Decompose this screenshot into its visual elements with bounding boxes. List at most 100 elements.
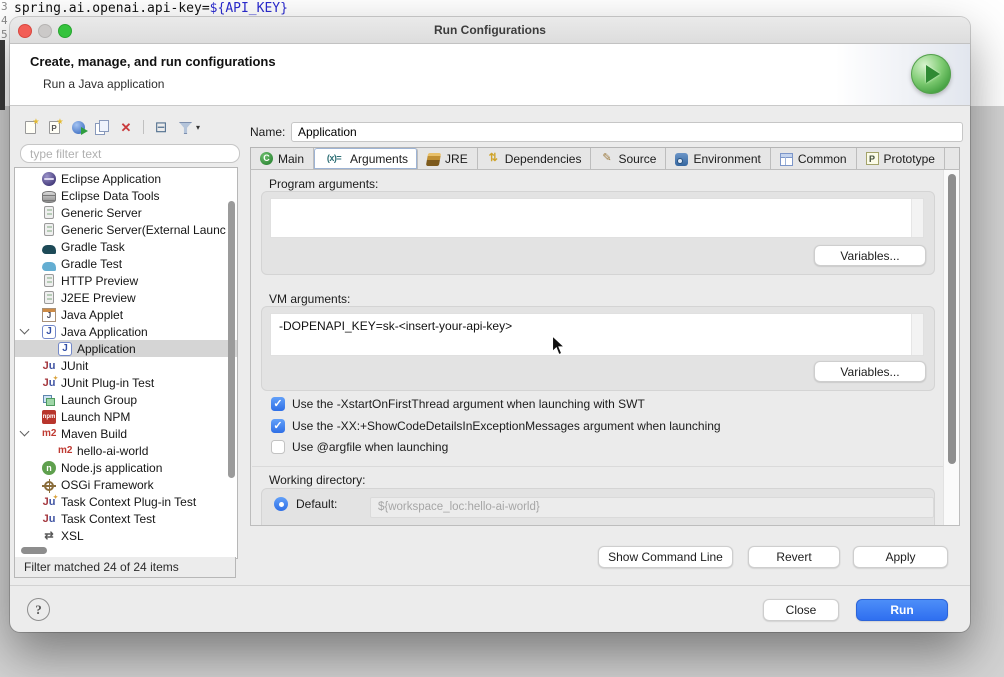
- junit-plugin-icon: Ju: [42, 495, 56, 509]
- dependencies-icon: ⇅: [487, 152, 500, 165]
- environment-icon: [675, 153, 688, 166]
- tree-vertical-scrollbar[interactable]: [228, 201, 235, 478]
- filter-button[interactable]: [175, 118, 195, 136]
- tree-item-maven-build[interactable]: m2Maven Build: [15, 425, 237, 442]
- launch-group-icon: [42, 393, 56, 407]
- tree-item-label: Generic Server: [61, 206, 142, 220]
- tree-item-junit-plug-in-test[interactable]: JuJUnit Plug-in Test: [15, 374, 237, 391]
- line-number: 3: [1, 0, 8, 14]
- tab-source[interactable]: ✎ Source: [591, 148, 666, 169]
- export-configurations-icon: [72, 121, 85, 134]
- checkbox[interactable]: ✓: [271, 419, 285, 433]
- tab-label: Prototype: [884, 152, 935, 166]
- line-number: 4: [1, 14, 8, 28]
- tree-item-task-context-test[interactable]: JuTask Context Test: [15, 510, 237, 527]
- tree-item-osgi-framework[interactable]: OSGi Framework: [15, 476, 237, 493]
- tree-item-hello-ai-world[interactable]: m2hello-ai-world: [15, 442, 237, 459]
- tree-item-label: JUnit: [61, 359, 88, 373]
- gradle-dark-icon: [42, 245, 56, 254]
- jre-icon: [426, 153, 441, 166]
- xsl-icon: ⇄: [42, 529, 56, 543]
- tree-item-task-context-plug-in-test[interactable]: Ju Task Context Plug-in Test: [15, 493, 237, 510]
- checkbox[interactable]: [271, 440, 285, 454]
- expander-chevron-icon[interactable]: [18, 432, 30, 435]
- help-button[interactable]: ?: [27, 598, 50, 621]
- working-directory-group: Default: ${workspace_loc:hello-ai-world}: [261, 488, 935, 526]
- java-icon: J: [42, 325, 56, 339]
- name-input[interactable]: [291, 122, 963, 142]
- tab-prototype[interactable]: PPrototype: [857, 148, 945, 169]
- tab-dependencies[interactable]: ⇅Dependencies: [478, 148, 592, 169]
- tab-label: Source: [618, 152, 656, 166]
- dialog-header-banner: Create, manage, and run configurations R…: [10, 44, 970, 106]
- tree-item-eclipse-application[interactable]: Eclipse Application: [15, 170, 237, 187]
- junit-plugin-icon: Ju: [42, 376, 56, 390]
- tab-jre[interactable]: JRE: [418, 148, 478, 169]
- new-configuration-button[interactable]: [20, 118, 40, 136]
- tree-item-node-js-application[interactable]: nNode.js application: [15, 459, 237, 476]
- checkbox[interactable]: ✓: [271, 397, 285, 411]
- tree-item-label: Task Context Plug-in Test: [61, 495, 196, 509]
- osgi-icon: [44, 481, 54, 491]
- tree-item-gradle-test[interactable]: Gradle Test: [15, 255, 237, 272]
- tree-item-generic-server-external-launc[interactable]: Generic Server(External Launc: [15, 221, 237, 238]
- editor-gutter-strip: [0, 40, 5, 110]
- tree-item-launch-npm[interactable]: npmLaunch NPM: [15, 408, 237, 425]
- tab-label: Environment: [693, 152, 760, 166]
- tree-item-label: XSL: [61, 529, 84, 543]
- tree-item-label: Eclipse Application: [61, 172, 161, 186]
- filter-menu-caret-icon[interactable]: ▾: [196, 123, 200, 132]
- run-button[interactable]: Run: [856, 599, 948, 621]
- tab-main[interactable]: CMain: [251, 148, 314, 169]
- apply-button[interactable]: Apply: [853, 546, 948, 568]
- eclipse-icon: [42, 172, 56, 186]
- section-divider: [252, 466, 943, 467]
- tab-environment[interactable]: Environment: [666, 148, 770, 169]
- java-icon: J: [58, 342, 72, 356]
- tree-item-launch-group[interactable]: Launch Group: [15, 391, 237, 408]
- dialog-titlebar[interactable]: Run Configurations: [10, 17, 970, 44]
- maven-icon: m2: [58, 444, 72, 458]
- tree-item-gradle-task[interactable]: Gradle Task: [15, 238, 237, 255]
- show-command-line-button[interactable]: Show Command Line: [598, 546, 733, 568]
- tree-item-generic-server[interactable]: Generic Server: [15, 204, 237, 221]
- tree-item-eclipse-data-tools[interactable]: Eclipse Data Tools: [15, 187, 237, 204]
- collapse-all-button[interactable]: ⊟: [151, 118, 171, 136]
- vm-arguments-textarea[interactable]: -DOPENAPI_KEY=sk-<insert-your-api-key>: [270, 313, 924, 356]
- tree-item-label: Java Application: [61, 325, 148, 339]
- vm-arguments-variables-button[interactable]: Variables...: [814, 361, 926, 382]
- filter-status-text: Filter matched 24 of 24 items: [14, 557, 236, 578]
- tab-label: Common: [798, 152, 847, 166]
- tree-item-java-application[interactable]: J Java Application: [15, 323, 237, 340]
- tree-horizontal-scrollbar[interactable]: [21, 547, 47, 554]
- program-arguments-textarea[interactable]: [270, 198, 924, 238]
- tree-item-j2ee-preview[interactable]: J2EE Preview: [15, 289, 237, 306]
- tree-item-label: Node.js application: [61, 461, 162, 475]
- tree-item-junit[interactable]: Ju JUnit: [15, 357, 237, 374]
- tree-item-label: HTTP Preview: [61, 274, 138, 288]
- program-arguments-variables-button[interactable]: Variables...: [814, 245, 926, 266]
- close-button[interactable]: Close: [763, 599, 839, 621]
- new-prototype-button[interactable]: [44, 118, 64, 136]
- content-vertical-scrollbar[interactable]: [948, 174, 956, 464]
- main-icon: C: [260, 152, 273, 165]
- tree-item-java-applet[interactable]: Java Applet: [15, 306, 237, 323]
- expander-chevron-icon[interactable]: [18, 330, 30, 333]
- export-configurations-button[interactable]: [68, 118, 88, 136]
- source-icon: ✎: [600, 152, 613, 165]
- tab-arguments[interactable]: (x)=Arguments: [314, 148, 418, 169]
- tree-item-application[interactable]: J Application: [15, 340, 237, 357]
- working-directory-input[interactable]: ${workspace_loc:hello-ai-world}: [370, 497, 934, 518]
- tree-item-label: Application: [77, 342, 136, 356]
- checkbox-row-use-argfile-when-launching: Use @argfile when launching: [271, 440, 448, 454]
- tree-item-http-preview[interactable]: HTTP Preview: [15, 272, 237, 289]
- junit-icon: Ju: [42, 359, 56, 373]
- arguments-tab-content: Program arguments: Variables... VM argum…: [250, 169, 960, 526]
- revert-button[interactable]: Revert: [748, 546, 840, 568]
- filter-input[interactable]: [20, 144, 240, 163]
- default-radio[interactable]: [274, 497, 288, 511]
- tab-common[interactable]: Common: [771, 148, 857, 169]
- tree-item-xsl[interactable]: ⇄ XSL: [15, 527, 237, 544]
- duplicate-button[interactable]: [92, 118, 112, 136]
- delete-button[interactable]: ✕: [116, 118, 136, 136]
